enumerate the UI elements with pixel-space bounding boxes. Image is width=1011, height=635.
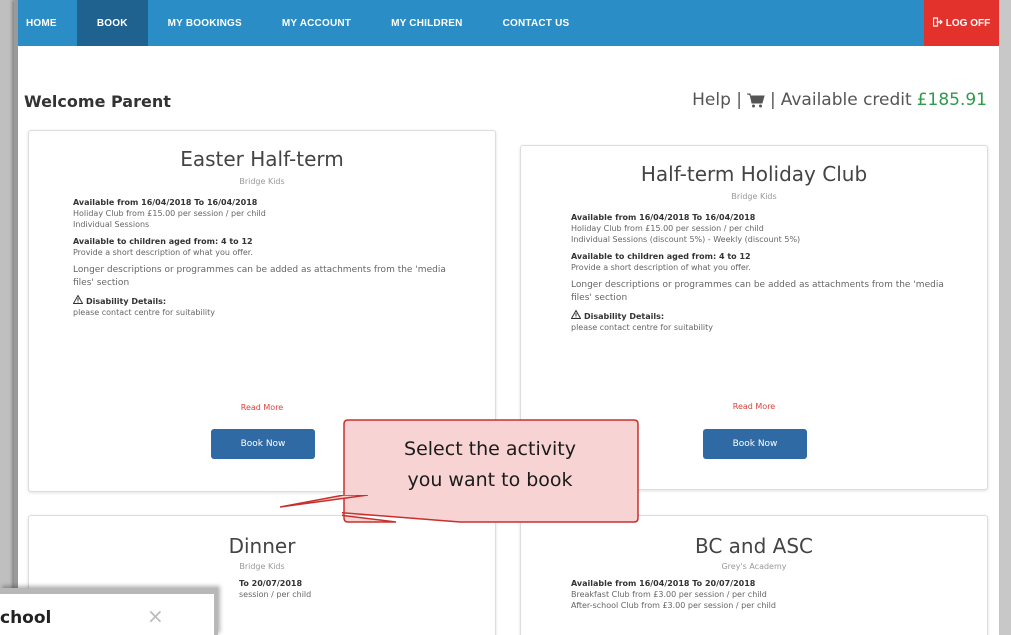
browser-page: HOME BOOK MY BOOKINGS MY ACCOUNT MY CHIL… — [14, 0, 999, 635]
logoff-button[interactable]: LOG OFF — [924, 0, 999, 46]
card-provider: Bridge Kids — [731, 192, 777, 201]
short-description: Provide a short description of what you … — [571, 263, 751, 272]
long-description: Longer descriptions or programmes can be… — [73, 265, 446, 288]
callout-line-1: Select the activity — [404, 438, 576, 460]
card-provider: Bridge Kids — [239, 562, 285, 571]
availability-dates: Available from 16/04/2018 To 20/07/2018 — [571, 579, 756, 588]
card-title: Half-term Holiday Club — [640, 162, 868, 186]
card-body: To 20/07/2018 session / per child — [239, 578, 479, 600]
card-provider: Bridge Kids — [239, 177, 285, 186]
nav-book[interactable]: BOOK — [76, 0, 148, 46]
disability-label: Disability Details: — [584, 311, 665, 321]
credit-label: Available credit — [780, 90, 912, 110]
nav-my-children[interactable]: MY CHILDREN — [371, 0, 482, 46]
card-body: Available from 16/04/2018 To 16/04/2018 … — [72, 197, 453, 318]
short-description: Provide a short description of what you … — [73, 248, 253, 257]
card-body: Available from 16/04/2018 To 16/04/2018 … — [570, 212, 951, 333]
session-info: Individual Sessions — [73, 220, 150, 229]
credit-amount: £185.91 — [916, 90, 987, 110]
disability-heading: Disability Details: — [570, 309, 951, 322]
availability-dates: To 20/07/2018 — [239, 579, 303, 588]
separator: | — [770, 90, 776, 110]
top-navbar: HOME BOOK MY BOOKINGS MY ACCOUNT MY CHIL… — [18, 0, 999, 46]
session-info: Individual Sessions (discount 5%) - Week… — [571, 235, 801, 244]
card-body: Available from 16/04/2018 To 20/07/2018 … — [571, 578, 951, 611]
callout-line-2: you want to book — [407, 469, 573, 491]
warning-icon — [570, 309, 582, 322]
cart-icon[interactable] — [747, 93, 765, 108]
warning-icon — [72, 294, 84, 307]
account-status: Help | | Available credit £185.91 — [692, 90, 987, 110]
price-info: Holiday Club from £15.00 per session / p… — [73, 209, 266, 218]
read-more-link[interactable]: Read More — [29, 403, 495, 412]
outer-window-frame — [0, 0, 14, 635]
disability-label: Disability Details: — [86, 296, 167, 306]
availability-dates: Available from 16/04/2018 To 16/04/2018 — [73, 198, 258, 207]
disability-text: please contact centre for suitability — [571, 323, 714, 332]
price-info: Holiday Club from £15.00 per session / p… — [571, 224, 764, 233]
nav-home[interactable]: HOME — [18, 0, 77, 46]
card-provider: Grey's Academy — [721, 562, 787, 571]
overlay-dialog: chool × — [0, 588, 218, 635]
session-info: After-school Club from £3.00 per session… — [571, 601, 776, 610]
price-info: Breakfast Club from £3.00 per session / … — [571, 590, 767, 599]
card-title: BC and ASC — [694, 534, 814, 558]
book-now-button[interactable]: Book Now — [211, 429, 315, 459]
card-title: Dinner — [228, 534, 296, 558]
book-now-button[interactable]: Book Now — [703, 429, 807, 459]
logoff-label: LOG OFF — [945, 17, 991, 29]
disability-text: please contact centre for suitability — [73, 308, 216, 317]
age-range: Available to children aged from: 4 to 12 — [73, 237, 253, 246]
callout-text: Select the activity you want to book — [345, 434, 635, 496]
read-more-link[interactable]: Read More — [521, 402, 987, 411]
price-info: session / per child — [239, 590, 312, 599]
nav-contact-us[interactable]: CONTACT US — [483, 0, 590, 46]
welcome-heading: Welcome Parent — [24, 92, 171, 111]
nav-my-account[interactable]: MY ACCOUNT — [262, 0, 371, 46]
age-range: Available to children aged from: 4 to 12 — [571, 252, 751, 261]
dialog-title: chool — [0, 608, 52, 628]
availability-dates: Available from 16/04/2018 To 16/04/2018 — [571, 213, 756, 222]
logout-icon — [932, 16, 943, 30]
callout-pointer — [280, 495, 369, 508]
close-icon[interactable]: × — [147, 604, 164, 628]
disability-heading: Disability Details: — [72, 294, 453, 307]
long-description: Longer descriptions or programmes can be… — [571, 280, 944, 303]
card-title: Easter Half-term — [180, 147, 344, 171]
help-link[interactable]: Help | — [692, 90, 742, 110]
activity-card: BC and ASC Grey's Academy Available from… — [520, 515, 988, 635]
nav-my-bookings[interactable]: MY BOOKINGS — [148, 0, 262, 46]
